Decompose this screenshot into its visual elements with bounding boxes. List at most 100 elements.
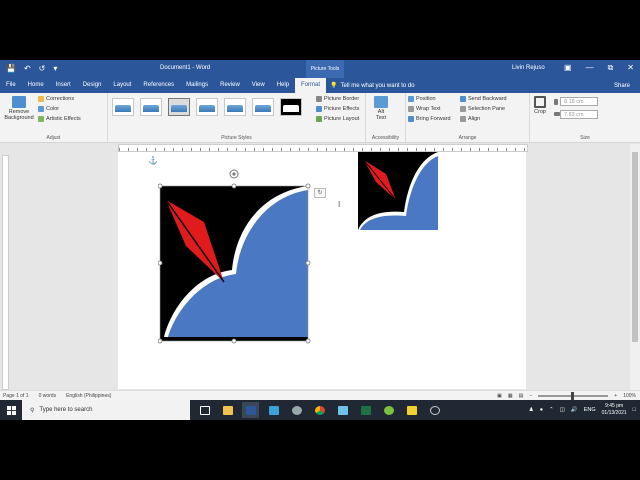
zoom-in-icon[interactable]: + — [614, 393, 617, 399]
tab-file[interactable]: File — [0, 78, 22, 93]
selected-picture[interactable] — [158, 152, 318, 404]
tray-chevron-icon[interactable]: ⌃ — [549, 407, 554, 413]
tab-review[interactable]: Review — [214, 78, 246, 93]
corrections-button[interactable]: Corrections — [38, 96, 74, 102]
align-label: Align — [468, 116, 481, 122]
zoom-out-icon[interactable]: − — [529, 393, 532, 399]
artistic-effects-icon — [38, 116, 44, 122]
status-bar: Page 1 of 1 0 words English (Philippines… — [0, 390, 640, 400]
selection-pane-button[interactable]: Selection Pane — [460, 106, 505, 112]
arrange-group-label: Arrange — [458, 135, 477, 141]
share-button[interactable]: Share — [614, 83, 630, 89]
tell-me-box[interactable]: 💡 Tell me what you want to do — [330, 82, 415, 90]
layout-options-button[interactable]: ↻ — [314, 188, 326, 198]
close-button[interactable]: ✕ — [627, 63, 634, 73]
bring-forward-icon — [408, 116, 414, 122]
picture-style-thumb[interactable] — [252, 98, 274, 116]
position-button[interactable]: Position — [408, 96, 436, 102]
text-cursor-icon: I — [338, 200, 341, 209]
send-backward-button[interactable]: Send Backward — [460, 96, 507, 102]
send-backward-label: Send Backward — [468, 96, 507, 102]
crop-label: Crop — [534, 109, 546, 115]
wrap-text-button[interactable]: Wrap Text — [408, 106, 441, 112]
align-icon — [460, 116, 466, 122]
second-picture[interactable] — [358, 152, 438, 230]
save-icon[interactable]: 💾 — [6, 64, 16, 73]
chrome-icon[interactable] — [311, 402, 328, 418]
tab-layout[interactable]: Layout — [107, 78, 137, 93]
search-icon: ⚲ — [30, 407, 35, 414]
tab-format[interactable]: Format — [295, 78, 327, 93]
bring-forward-label: Bring Forward — [416, 116, 451, 122]
horizontal-ruler — [118, 144, 528, 152]
tray-app-icon[interactable]: ● — [540, 407, 543, 413]
picture-style-thumb[interactable] — [280, 98, 302, 116]
app-icon[interactable] — [403, 402, 420, 418]
alt-text-label: Alt Text — [375, 109, 387, 121]
picture-border-button[interactable]: Picture Border — [316, 96, 359, 102]
restore-button[interactable]: ⧉ — [608, 63, 614, 73]
word-app-icon[interactable] — [242, 402, 259, 418]
tab-references[interactable]: References — [137, 78, 180, 93]
undo-icon[interactable]: ↶ — [24, 64, 31, 73]
word-count[interactable]: 0 words — [39, 393, 57, 399]
tab-home[interactable]: Home — [22, 78, 50, 93]
taskbar-search[interactable]: ⚲ Type here to search — [22, 400, 190, 420]
network-icon[interactable]: ◫ — [560, 407, 565, 413]
excel-icon[interactable] — [357, 402, 374, 418]
bring-forward-button[interactable]: Bring Forward — [408, 116, 451, 122]
page-count[interactable]: Page 1 of 1 — [3, 393, 29, 399]
ribbon-tabs: File Home Insert Design Layout Reference… — [0, 78, 640, 93]
web-layout-icon[interactable]: ▤ — [519, 393, 524, 399]
clock[interactable]: 9:45 pm 01/13/2021 — [602, 403, 627, 417]
volume-icon[interactable]: 🔊 — [571, 407, 578, 413]
app-icon[interactable] — [334, 402, 351, 418]
tab-mailings[interactable]: Mailings — [180, 78, 214, 93]
redo-icon[interactable]: ↺ — [39, 64, 46, 73]
height-icon — [554, 99, 558, 105]
remove-background-button[interactable]: Remove Background — [4, 96, 34, 121]
tab-insert[interactable]: Insert — [50, 78, 77, 93]
align-button[interactable]: Align — [460, 116, 480, 122]
language-indicator[interactable]: English (Philippines) — [66, 393, 111, 399]
picture-style-thumb[interactable] — [224, 98, 246, 116]
app-icon[interactable] — [426, 402, 443, 418]
app-icon[interactable] — [265, 402, 282, 418]
artistic-effects-button[interactable]: Artistic Effects — [38, 116, 81, 122]
start-button[interactable] — [0, 400, 22, 420]
tab-design[interactable]: Design — [77, 78, 108, 93]
user-name[interactable]: Livin Rejuso — [512, 65, 545, 71]
screen: 💾 ↶ ↺ ▾ Document1 - Word Picture Tools L… — [0, 60, 640, 420]
notifications-icon[interactable]: □ — [633, 407, 636, 413]
title-bar: 💾 ↶ ↺ ▾ Document1 - Word Picture Tools L… — [0, 60, 640, 78]
tab-view[interactable]: View — [246, 78, 271, 93]
alt-text-button[interactable]: Alt Text — [374, 96, 388, 121]
people-icon[interactable]: ♟ — [529, 407, 534, 413]
tab-help[interactable]: Help — [271, 78, 295, 93]
ribbon-display-options-icon[interactable]: ▣ — [564, 63, 572, 73]
selection-pane-label: Selection Pane — [468, 106, 505, 112]
customize-qat-icon[interactable]: ▾ — [53, 64, 57, 73]
picture-effects-button[interactable]: Picture Effects — [316, 106, 359, 112]
color-label: Color — [46, 106, 60, 112]
read-mode-icon[interactable]: ▣ — [497, 393, 502, 399]
picture-style-thumb[interactable] — [168, 98, 190, 116]
file-explorer-icon[interactable] — [219, 402, 236, 418]
minimize-button[interactable]: — — [586, 63, 594, 73]
zoom-level[interactable]: 100% — [623, 393, 636, 399]
picture-style-thumb[interactable] — [112, 98, 134, 116]
picture-style-thumb[interactable] — [140, 98, 162, 116]
keyboard-language[interactable]: ENG — [584, 407, 596, 413]
app-icon[interactable] — [288, 402, 305, 418]
app-icon[interactable] — [380, 402, 397, 418]
crop-button[interactable]: Crop — [534, 96, 546, 115]
height-input[interactable]: 8.18 cm — [560, 97, 598, 106]
picture-style-thumb[interactable] — [196, 98, 218, 116]
zoom-slider[interactable] — [538, 391, 609, 400]
task-view-icon[interactable] — [196, 402, 213, 418]
print-layout-icon[interactable]: ▦ — [508, 393, 513, 399]
color-button[interactable]: Color — [38, 106, 59, 112]
width-input[interactable]: 7.83 cm — [560, 110, 598, 119]
picture-layout-button[interactable]: Picture Layout — [316, 116, 359, 122]
vertical-scrollbar[interactable] — [630, 144, 640, 390]
